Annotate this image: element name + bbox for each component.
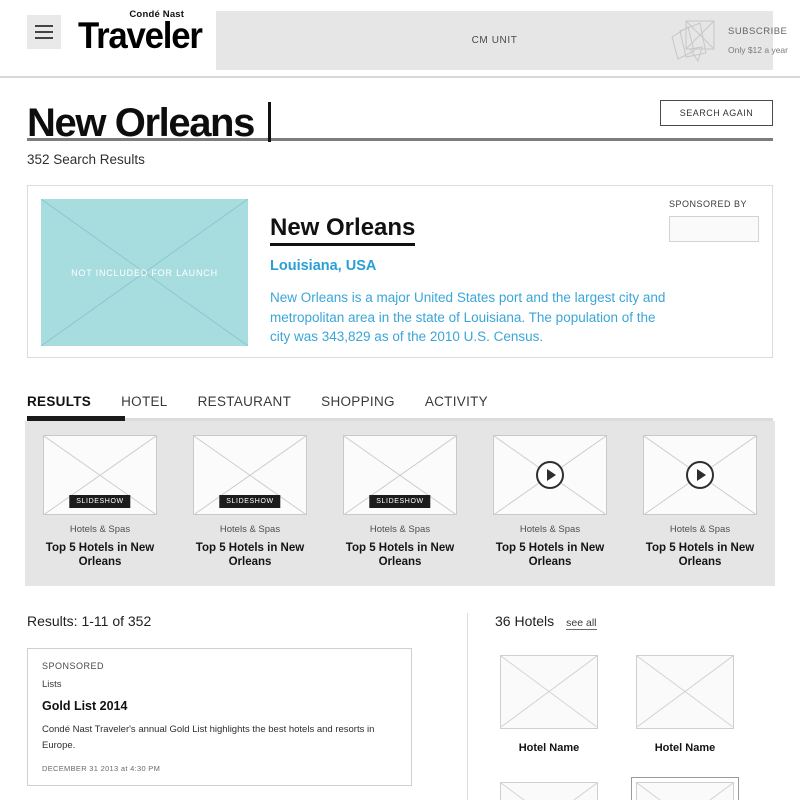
hotel-card-hovered[interactable]: Hotel Name <box>631 776 739 800</box>
hotel-card[interactable]: Hotel Name <box>631 650 739 754</box>
carousel-title: Top 5 Hotels in New Orleans <box>645 542 755 569</box>
destination-hero-card: NOT INCLUDED FOR LAUNCH New Orleans Loui… <box>27 185 773 358</box>
carousel-card[interactable]: SLIDESHOW Hotels & Spas Top 5 Hotels in … <box>188 435 312 570</box>
sponsored-by-label: SPONSORED BY <box>669 199 748 209</box>
search-again-button[interactable]: SEARCH AGAIN <box>660 100 773 126</box>
carousel-kicker: Hotels & Spas <box>669 524 731 535</box>
featured-carousel: SLIDESHOW Hotels & Spas Top 5 Hotels in … <box>25 421 775 586</box>
sponsor-logo-slot[interactable] <box>669 216 759 242</box>
hotel-thumbnail[interactable] <box>500 654 598 729</box>
destination-info: New Orleans Louisiana, USA New Orleans i… <box>270 199 670 344</box>
image-placeholder-label: NOT INCLUDED FOR LAUNCH <box>71 267 218 278</box>
carousel-kicker: Hotels & Spas <box>219 524 281 535</box>
hamburger-bar <box>35 25 53 27</box>
sponsored-title[interactable]: Gold List 2014 <box>42 699 397 713</box>
destination-title[interactable]: New Orleans <box>270 214 416 246</box>
hamburger-menu-icon[interactable] <box>27 15 61 49</box>
brand-name: Traveler <box>78 14 203 56</box>
destination-image-placeholder: NOT INCLUDED FOR LAUNCH <box>41 199 248 346</box>
sponsored-tag: SPONSORED <box>42 660 105 671</box>
hotel-thumb-wrap <box>631 650 739 734</box>
hotel-thumb-wrap <box>495 777 603 800</box>
image-placeholder-cross-icon <box>637 655 733 727</box>
results-range-label: Results: 1-11 of 352 <box>27 612 152 629</box>
carousel-thumbnail[interactable]: SLIDESHOW <box>43 435 157 515</box>
image-placeholder-cross-icon <box>637 782 733 800</box>
carousel-title: Top 5 Hotels in New Orleans <box>495 542 605 569</box>
tab-restaurant[interactable]: RESTAURANT <box>198 394 292 418</box>
carousel-kicker: Hotels & Spas <box>69 524 131 535</box>
brand-logo[interactable]: Condé Nast Traveler <box>78 10 210 54</box>
hamburger-bar <box>35 31 53 33</box>
carousel-thumbnail[interactable] <box>493 435 607 515</box>
magazine-stack-icon <box>671 20 715 62</box>
slideshow-badge: SLIDESHOW <box>69 495 131 508</box>
hotel-card[interactable]: Hotel Name <box>495 777 603 800</box>
hamburger-bar <box>35 37 53 39</box>
hotel-name: Hotel Name <box>518 741 580 754</box>
carousel-card[interactable]: SLIDESHOW Hotels & Spas Top 5 Hotels in … <box>338 435 462 570</box>
carousel-card[interactable]: SLIDESHOW Hotels & Spas Top 5 Hotels in … <box>38 435 162 570</box>
carousel-card[interactable]: Hotels & Spas Top 5 Hotels in New Orlean… <box>488 435 612 570</box>
carousel-kicker: Hotels & Spas <box>369 524 431 535</box>
hotel-thumb-wrap <box>495 650 603 734</box>
hotels-count-label: 36 Hotels <box>495 612 555 629</box>
search-result-count: 352 Search Results <box>27 152 145 167</box>
destination-location: Louisiana, USA <box>270 258 377 274</box>
lower-content: Results: 1-11 of 352 SPONSORED Lists Gol… <box>27 612 773 800</box>
results-column: Results: 1-11 of 352 SPONSORED Lists Gol… <box>27 613 447 800</box>
cm-unit-label: CM UNIT <box>471 35 518 46</box>
tab-activity[interactable]: ACTIVITY <box>425 394 488 418</box>
tab-results[interactable]: RESULTS <box>27 394 91 418</box>
carousel-card[interactable]: Hotels & Spas Top 5 Hotels in New Orlean… <box>638 435 762 570</box>
subscribe-label: SUBSCRIBE <box>727 26 788 37</box>
sponsored-by-block: SPONSORED BY <box>669 199 759 242</box>
carousel-thumbnail[interactable] <box>643 435 757 515</box>
category-tabs: RESULTS HOTEL RESTAURANT SHOPPING ACTIVI… <box>27 388 773 421</box>
slideshow-badge: SLIDESHOW <box>369 495 431 508</box>
hotel-card[interactable]: Hotel Name <box>495 650 603 754</box>
subscribe-promo[interactable]: SUBSCRIBE Only $12 a year <box>668 11 792 70</box>
text-cursor <box>267 102 271 142</box>
carousel-title: Top 5 Hotels in New Orleans <box>345 542 455 569</box>
destination-description: New Orleans is a major United States por… <box>270 290 666 345</box>
carousel-kicker: Hotels & Spas <box>519 524 581 535</box>
sponsored-result-card[interactable]: SPONSORED Lists Gold List 2014 Condé Nas… <box>27 647 412 786</box>
carousel-title: Top 5 Hotels in New Orleans <box>45 542 155 569</box>
hotel-thumb-wrap <box>631 776 739 800</box>
play-icon[interactable] <box>536 461 564 489</box>
sponsored-timestamp: DECEMBER 31 2013 at 4:30 PM <box>42 764 161 773</box>
hotels-header: 36 Hotels see all <box>495 613 773 630</box>
play-icon[interactable] <box>686 461 714 489</box>
slideshow-badge: SLIDESHOW <box>219 495 281 508</box>
sponsored-category: Lists <box>42 678 62 690</box>
see-all-link[interactable]: see all <box>566 617 597 630</box>
hotel-thumbnail[interactable] <box>636 654 734 729</box>
image-placeholder-cross-icon <box>501 655 597 727</box>
page-title: New Orleans <box>27 101 255 145</box>
carousel-title: Top 5 Hotels in New Orleans <box>195 542 305 569</box>
tab-hotel[interactable]: HOTEL <box>121 394 168 418</box>
sponsored-description: Condé Nast Traveler's annual Gold List h… <box>42 723 375 752</box>
page-title-row: New Orleans SEARCH AGAIN <box>27 78 773 145</box>
hotel-grid: Hotel Name Hotel Name <box>495 650 773 800</box>
hotel-thumbnail[interactable] <box>636 781 734 800</box>
site-header: Condé Nast Traveler CM UNIT SUBSCRIBE On… <box>0 0 800 78</box>
image-placeholder-cross-icon <box>501 782 597 800</box>
hotels-column: 36 Hotels see all Hotel Name Hotel Name <box>467 612 773 800</box>
carousel-thumbnail[interactable]: SLIDESHOW <box>343 435 457 515</box>
subscribe-price: Only $12 a year <box>727 45 788 55</box>
carousel-thumbnail[interactable]: SLIDESHOW <box>193 435 307 515</box>
hotel-thumbnail[interactable] <box>500 781 598 800</box>
tab-shopping[interactable]: SHOPPING <box>321 394 395 418</box>
hotel-name: Hotel Name <box>654 741 716 754</box>
